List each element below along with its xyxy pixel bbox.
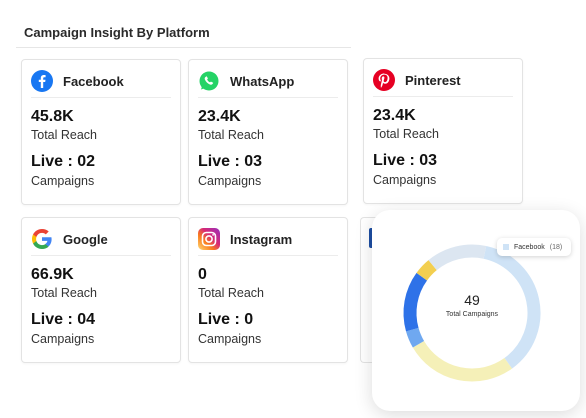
whatsapp-icon — [198, 70, 220, 92]
reach-label: Total Reach — [198, 128, 265, 142]
title-divider — [16, 47, 351, 48]
donut-segment-4[interactable] — [416, 260, 437, 281]
live-count: Live : 0 — [198, 311, 254, 328]
google-icon — [31, 228, 53, 250]
card-divider — [373, 96, 513, 97]
campaigns-label: Campaigns — [31, 174, 95, 188]
live-count: Live : 02 — [31, 153, 96, 170]
card-divider — [198, 97, 338, 98]
reach-value: 0 — [198, 266, 207, 283]
donut-segment-2[interactable] — [406, 327, 425, 348]
live-count: Live : 03 — [373, 152, 438, 169]
donut-total-value: 49 — [464, 292, 480, 308]
platform-name: Google — [63, 231, 108, 247]
campaigns-label: Campaigns — [198, 174, 262, 188]
reach-value: 45.8K — [31, 108, 74, 125]
pinterest-icon — [373, 69, 395, 91]
instagram-icon — [198, 228, 220, 250]
tooltip-value: (18) — [549, 243, 563, 251]
campaigns-label: Campaigns — [198, 332, 262, 346]
tooltip-label: Facebook — [514, 243, 545, 251]
campaigns-label: Campaigns — [373, 173, 437, 187]
donut-total-label: Total Campaigns — [445, 311, 499, 318]
platform-card-google[interactable]: Google 66.9K Total Reach Live : 04 Campa… — [21, 217, 181, 363]
card-divider — [198, 255, 338, 256]
donut-segment-5[interactable] — [428, 244, 487, 271]
platform-card-whatsapp[interactable]: WhatsApp 23.4K Total Reach Live : 03 Cam… — [188, 59, 348, 205]
platform-name: Instagram — [230, 231, 293, 247]
platform-name: Pinterest — [405, 72, 461, 88]
platform-name: Facebook — [63, 73, 124, 89]
donut-segment-1[interactable] — [412, 340, 513, 382]
campaigns-label: Campaigns — [31, 332, 95, 346]
reach-label: Total Reach — [31, 286, 98, 300]
card-divider — [31, 255, 171, 256]
platform-card-instagram[interactable]: Instagram 0 Total Reach Live : 0 Campaig… — [188, 217, 348, 363]
section-title: Campaign Insight By Platform — [24, 25, 210, 40]
reach-value: 23.4K — [198, 108, 241, 125]
campaigns-donut-card: 49 Total Campaigns Facebook (18) — [372, 210, 580, 411]
platform-name: WhatsApp — [230, 73, 295, 89]
facebook-icon — [31, 70, 53, 92]
live-count: Live : 04 — [31, 311, 96, 328]
reach-value: 23.4K — [373, 107, 416, 124]
reach-label: Total Reach — [31, 128, 98, 142]
reach-value: 66.9K — [31, 266, 74, 283]
reach-label: Total Reach — [373, 127, 440, 141]
platform-card-pinterest[interactable]: Pinterest 23.4K Total Reach Live : 03 Ca… — [363, 58, 523, 204]
live-count: Live : 03 — [198, 153, 263, 170]
platform-card-facebook[interactable]: Facebook 45.8K Total Reach Live : 02 Cam… — [21, 59, 181, 205]
tooltip-swatch — [503, 244, 509, 250]
card-divider — [31, 97, 171, 98]
donut-tooltip: Facebook (18) — [497, 238, 571, 256]
reach-label: Total Reach — [198, 286, 265, 300]
